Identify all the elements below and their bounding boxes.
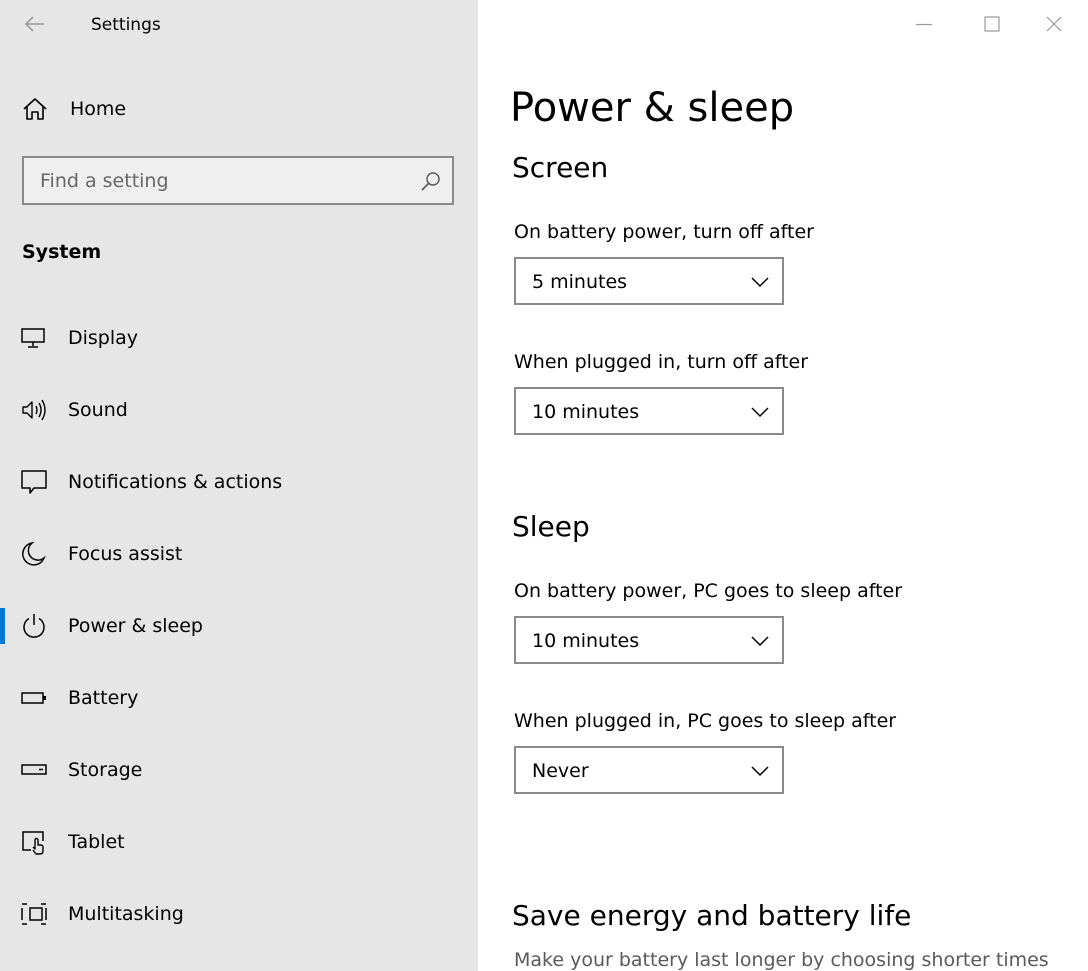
sidebar-item-label: Notifications & actions: [68, 471, 283, 493]
close-button[interactable]: [1020, 0, 1088, 48]
search-box[interactable]: [22, 156, 454, 205]
monitor-icon: [21, 328, 45, 348]
sidebar-item-label: Focus assist: [68, 543, 183, 565]
home-icon: [23, 98, 47, 120]
sidebar-item-sound[interactable]: Sound: [0, 374, 478, 446]
dropdown-value: 10 minutes: [532, 630, 640, 652]
page-title: Power & sleep: [510, 85, 795, 131]
sidebar-item-label: Multitasking: [68, 903, 184, 925]
sidebar-item-display[interactable]: Display: [0, 302, 478, 374]
tablet-icon: [22, 831, 44, 855]
multitasking-icon: [21, 903, 47, 925]
screen-battery-label: On battery power, turn off after: [514, 221, 814, 243]
section-label-system: System: [22, 241, 102, 263]
sidebar-item-multitasking[interactable]: Multitasking: [0, 878, 478, 950]
sidebar-item-label: Battery: [68, 687, 139, 709]
home-label: Home: [70, 98, 127, 120]
back-button[interactable]: [20, 10, 48, 38]
chevron-down-icon: [751, 636, 769, 647]
dropdown-value: Never: [532, 760, 589, 782]
dropdown-value: 5 minutes: [532, 271, 628, 293]
sidebar-nav: Display Sound Notifications & actions Fo…: [0, 302, 478, 950]
close-icon: [1046, 16, 1062, 32]
sidebar-item-storage[interactable]: Storage: [0, 734, 478, 806]
screen-plugged-dropdown[interactable]: 10 minutes: [514, 387, 784, 435]
screen-battery-dropdown[interactable]: 5 minutes: [514, 257, 784, 305]
settings-window: Settings Home System Display: [0, 0, 1088, 971]
sleep-battery-label: On battery power, PC goes to sleep after: [514, 580, 903, 602]
sleep-battery-dropdown[interactable]: 10 minutes: [514, 616, 784, 664]
notification-icon: [21, 470, 47, 494]
sidebar-item-battery[interactable]: Battery: [0, 662, 478, 734]
sidebar-item-power-sleep[interactable]: Power & sleep: [0, 590, 478, 662]
sleep-plugged-dropdown[interactable]: Never: [514, 746, 784, 794]
dropdown-value: 10 minutes: [532, 401, 640, 423]
battery-icon: [21, 692, 46, 704]
sidebar-item-focus-assist[interactable]: Focus assist: [0, 518, 478, 590]
section-title-sleep: Sleep: [512, 510, 590, 543]
save-energy-description: Make your battery last longer by choosin…: [514, 949, 1049, 971]
screen-plugged-label: When plugged in, turn off after: [514, 351, 809, 373]
sidebar-item-label: Tablet: [68, 831, 125, 853]
back-arrow-icon: [24, 16, 44, 32]
sidebar-item-notifications[interactable]: Notifications & actions: [0, 446, 478, 518]
sidebar-item-home[interactable]: Home: [0, 86, 478, 132]
minimize-icon: [916, 23, 932, 26]
storage-icon: [21, 764, 47, 775]
app-title: Settings: [91, 15, 161, 35]
speaker-icon: [22, 399, 46, 421]
sidebar-item-label: Storage: [68, 759, 143, 781]
chevron-down-icon: [751, 766, 769, 777]
section-title-screen: Screen: [512, 151, 609, 184]
sidebar-item-label: Power & sleep: [68, 615, 203, 637]
chevron-down-icon: [751, 277, 769, 288]
sidebar-item-label: Display: [68, 327, 139, 349]
sleep-plugged-label: When plugged in, PC goes to sleep after: [514, 710, 897, 732]
sidebar-item-label: Sound: [68, 399, 128, 421]
maximize-icon: [984, 16, 1000, 32]
section-title-save-energy: Save energy and battery life: [512, 899, 912, 932]
search-icon[interactable]: [420, 170, 442, 192]
sidebar: Settings Home System Display: [0, 0, 478, 971]
search-input[interactable]: [24, 158, 404, 203]
sidebar-item-tablet[interactable]: Tablet: [0, 806, 478, 878]
minimize-button[interactable]: [890, 0, 958, 48]
moon-icon: [22, 541, 46, 566]
power-icon: [23, 614, 45, 638]
maximize-button[interactable]: [958, 0, 1026, 48]
main-content: Power & sleep Screen On battery power, t…: [478, 0, 1088, 971]
chevron-down-icon: [751, 407, 769, 418]
